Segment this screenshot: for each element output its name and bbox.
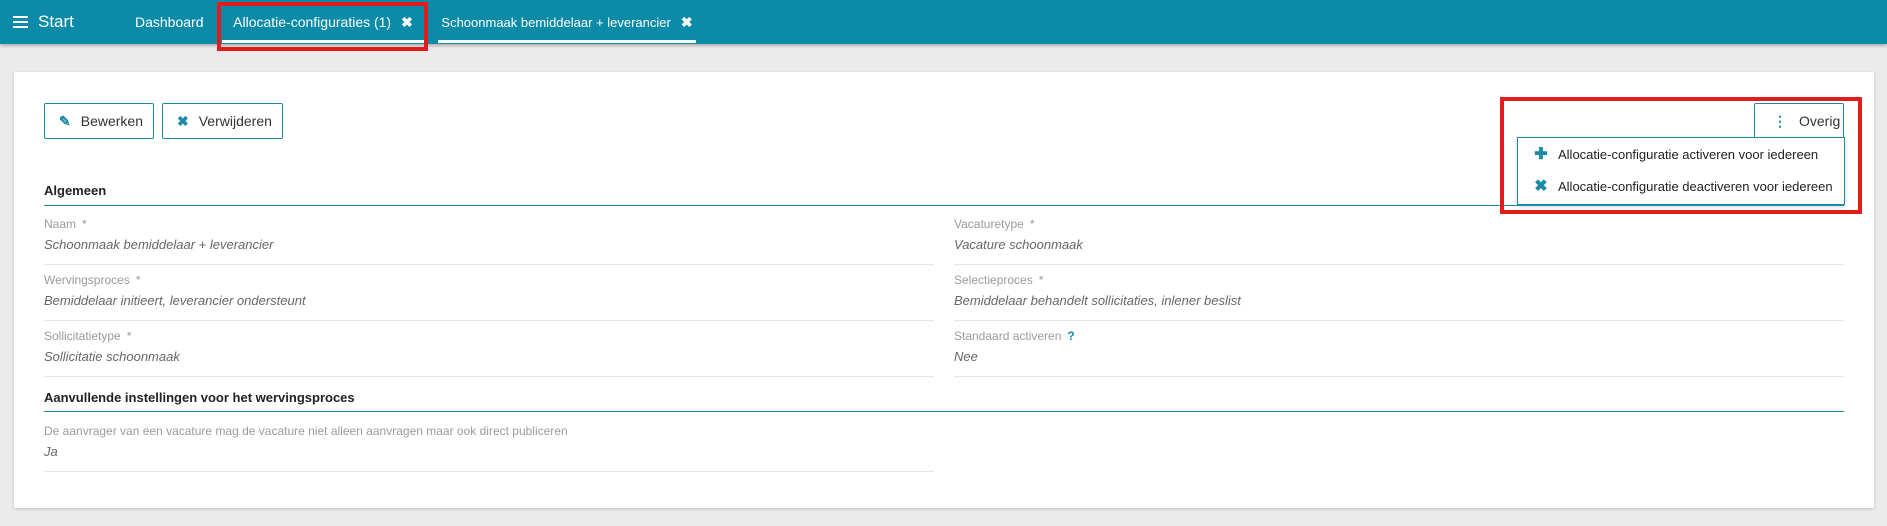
start-menu-button[interactable]: Start: [13, 0, 74, 44]
tab-schoonmaak-bemiddelaar[interactable]: Schoonmaak bemiddelaar + leverancier ✖: [438, 0, 696, 44]
tab-dashboard[interactable]: Dashboard: [135, 0, 204, 44]
section-divider: [44, 411, 1844, 412]
field-label: De aanvrager van een vacature mag de vac…: [44, 424, 568, 438]
required-marker: *: [1029, 217, 1035, 231]
field-value: Bemiddelaar initieert, leverancier onder…: [44, 293, 306, 308]
highlight-box: [1500, 97, 1862, 214]
delete-button-label: Verwijderen: [198, 113, 272, 129]
tab-label: Dashboard: [135, 14, 204, 30]
field-label: Standaard activeren: [954, 329, 1062, 343]
field-label: Vacaturetype: [954, 217, 1024, 231]
field-label: Selectieproces: [954, 273, 1033, 287]
pencil-icon: ✎: [59, 112, 71, 129]
start-label: Start: [38, 12, 74, 31]
field-wervingsproces: Wervingsproces * Bemiddelaar initieert, l…: [44, 273, 934, 321]
delete-button[interactable]: ✖ Verwijderen: [162, 103, 283, 139]
field-standaard-activeren: Standaard activeren? Nee: [954, 329, 1844, 377]
close-icon: ✖: [177, 112, 189, 129]
field-value: Schoonmaak bemiddelaar + leverancier: [44, 237, 274, 252]
required-marker: *: [126, 329, 132, 343]
section-title-extra-settings: Aanvullende instellingen voor het wervin…: [44, 390, 355, 405]
close-icon[interactable]: ✖: [681, 14, 693, 31]
field-label: Naam: [44, 217, 77, 231]
field-value: Vacature schoonmaak: [954, 237, 1083, 252]
hamburger-icon: [13, 13, 28, 31]
required-marker: *: [1038, 273, 1044, 287]
field-selectieproces: Selectieproces * Bemiddelaar behandelt so…: [954, 273, 1844, 321]
help-icon[interactable]: ?: [1067, 329, 1074, 343]
field-sollicitatietype: Sollicitatietype * Sollicitatie schoonmaa…: [44, 329, 934, 377]
field-value: Sollicitatie schoonmaak: [44, 349, 180, 364]
field-vacaturetype: Vacaturetype * Vacature schoonmaak: [954, 217, 1844, 265]
field-label: Wervingsproces: [44, 273, 130, 287]
field-value: Bemiddelaar behandelt sollicitaties, inl…: [954, 293, 1241, 308]
edit-button[interactable]: ✎ Bewerken: [44, 103, 154, 139]
field-label: Sollicitatietype: [44, 329, 121, 343]
field-aanvrager-publiceren: De aanvrager van een vacature mag de vac…: [44, 424, 934, 472]
required-marker: *: [82, 217, 87, 231]
required-marker: *: [135, 273, 141, 287]
field-value: Nee: [954, 349, 978, 364]
edit-button-label: Bewerken: [80, 113, 143, 129]
field-value: Ja: [44, 444, 58, 459]
section-title-general: Algemeen: [44, 183, 107, 198]
field-naam: Naam * Schoonmaak bemiddelaar + leveranci…: [44, 217, 934, 265]
tab-label: Schoonmaak bemiddelaar + leverancier: [441, 14, 671, 30]
highlight-box: [217, 2, 428, 51]
